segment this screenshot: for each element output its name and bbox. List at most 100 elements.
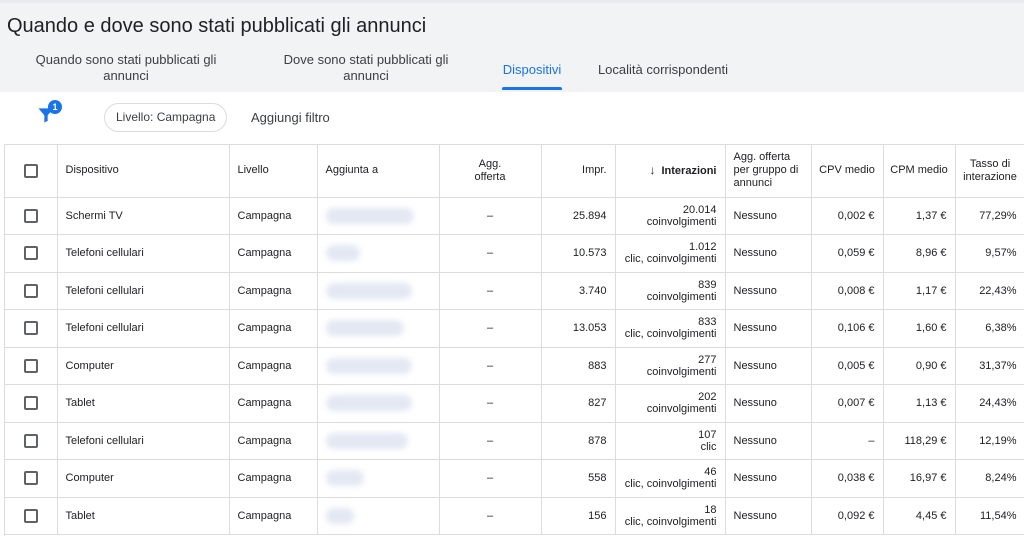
cell-cpm: 1,17 € bbox=[883, 272, 956, 310]
row-select-cell bbox=[5, 384, 58, 423]
cell-interazioni: 839 coinvolgimenti bbox=[615, 272, 726, 310]
cell-dispositivo: Telefoni cellulari bbox=[57, 422, 230, 460]
cell-impr: 156 bbox=[541, 497, 616, 535]
table-row[interactable]: Computer Campagna –558 46 clic, coinvolgimen… bbox=[5, 459, 1024, 498]
cell-interazioni: 277 coinvolgimenti bbox=[615, 347, 726, 385]
row-checkbox[interactable] bbox=[23, 396, 38, 411]
cell-impr: 13.053 bbox=[541, 309, 616, 348]
cell-aggiunta bbox=[317, 422, 440, 460]
filter-count-badge: 1 bbox=[48, 100, 62, 114]
cell-agg-gruppo: Nessuno bbox=[725, 197, 812, 235]
header-interazioni[interactable]: ↓ Interazioni bbox=[615, 145, 726, 198]
redacted-campaign-name bbox=[325, 320, 404, 337]
redacted-campaign-name bbox=[325, 357, 412, 374]
cell-tasso: 9,57% bbox=[955, 234, 1024, 273]
cell-livello: Campagna bbox=[229, 459, 318, 498]
row-checkbox[interactable] bbox=[23, 433, 38, 448]
table-row[interactable]: Telefoni cellulari Campagna –3.740 839 coinv… bbox=[5, 272, 1024, 310]
table-row[interactable]: Tablet Campagna –156 18 clic, coinvolgimenti… bbox=[5, 497, 1024, 535]
table-row[interactable]: Telefoni cellulari Campagna –878 107 clic Nes… bbox=[5, 422, 1024, 460]
redacted-campaign-name bbox=[325, 395, 412, 412]
cell-agg-offerta: – bbox=[439, 197, 542, 235]
table-row[interactable]: Tablet Campagna –827 202 coinvolgimenti Nessu… bbox=[5, 384, 1024, 423]
cell-agg-gruppo: Nessuno bbox=[725, 497, 812, 535]
cell-aggiunta bbox=[317, 497, 440, 535]
add-filter-button[interactable]: Aggiungi filtro bbox=[251, 110, 330, 125]
cell-cpv: 0,002 € bbox=[811, 197, 884, 235]
row-checkbox[interactable] bbox=[23, 246, 38, 261]
header-dispositivo[interactable]: Dispositivo bbox=[57, 145, 230, 198]
cell-agg-offerta: – bbox=[439, 347, 542, 385]
filter-bar: 1 Livello: Campagna Aggiungi filtro bbox=[0, 92, 1024, 144]
tab-where[interactable]: Dove sono stati pubblicati gli annunci bbox=[268, 52, 464, 92]
cell-agg-offerta: – bbox=[439, 422, 542, 460]
cell-interazioni: 46 clic, coinvolgimenti bbox=[615, 459, 726, 498]
cell-agg-gruppo: Nessuno bbox=[725, 309, 812, 348]
table-row[interactable]: Computer Campagna –883 277 coinvolgimenti Nes… bbox=[5, 347, 1024, 385]
cell-aggiunta bbox=[317, 234, 440, 273]
row-checkbox[interactable] bbox=[23, 321, 38, 336]
cell-cpm: 16,97 € bbox=[883, 459, 956, 498]
cell-tasso: 6,38% bbox=[955, 309, 1024, 348]
select-all-checkbox[interactable] bbox=[23, 163, 38, 178]
cell-aggiunta bbox=[317, 384, 440, 423]
cell-tasso: 31,37% bbox=[955, 347, 1024, 385]
redacted-campaign-name bbox=[325, 282, 412, 299]
header-agg-gruppo[interactable]: Agg. offerta per gruppo di annunci bbox=[725, 145, 812, 198]
cell-cpm: 1,37 € bbox=[883, 197, 956, 235]
header-tasso[interactable]: Tasso di interazione bbox=[955, 145, 1024, 198]
cell-dispositivo: Tablet bbox=[57, 384, 230, 423]
cell-interazioni: 18 clic, coinvolgimenti bbox=[615, 497, 726, 535]
cell-tasso: 12,19% bbox=[955, 422, 1024, 460]
cell-impr: 25.894 bbox=[541, 197, 616, 235]
header-cpm[interactable]: CPM medio bbox=[883, 145, 956, 198]
row-checkbox[interactable] bbox=[23, 508, 38, 523]
tab-when[interactable]: Quando sono stati pubblicati gli annunci bbox=[22, 52, 230, 92]
cell-impr: 558 bbox=[541, 459, 616, 498]
redacted-campaign-name bbox=[325, 470, 364, 487]
cell-interazioni: 833 clic, coinvolgimenti bbox=[615, 309, 726, 348]
cell-dispositivo: Schermi TV bbox=[57, 197, 230, 235]
cell-livello: Campagna bbox=[229, 309, 318, 348]
cell-impr: 878 bbox=[541, 422, 616, 460]
cell-tasso: 77,29% bbox=[955, 197, 1024, 235]
header-impr[interactable]: Impr. bbox=[541, 145, 616, 198]
header-aggiunta[interactable]: Aggiunta a bbox=[317, 145, 440, 198]
cell-dispositivo: Tablet bbox=[57, 497, 230, 535]
cell-cpv: 0,092 € bbox=[811, 497, 884, 535]
table-header-row: Dispositivo Livello Aggiunta a Agg. offe… bbox=[5, 145, 1024, 198]
cell-dispositivo: Telefoni cellulari bbox=[57, 309, 230, 348]
row-checkbox[interactable] bbox=[23, 471, 38, 486]
row-select-cell bbox=[5, 272, 58, 310]
cell-impr: 3.740 bbox=[541, 272, 616, 310]
table-row[interactable]: Schermi TV Campagna –25.894 20.014 coinvolgi… bbox=[5, 197, 1024, 235]
row-select-cell bbox=[5, 309, 58, 348]
devices-table: Dispositivo Livello Aggiunta a Agg. offe… bbox=[4, 144, 1024, 536]
cell-cpv: 0,005 € bbox=[811, 347, 884, 385]
row-checkbox[interactable] bbox=[23, 283, 38, 298]
cell-interazioni: 202 coinvolgimenti bbox=[615, 384, 726, 423]
header-cpv[interactable]: CPV medio bbox=[811, 145, 884, 198]
arrow-down-icon: ↓ bbox=[649, 162, 656, 177]
cell-livello: Campagna bbox=[229, 347, 318, 385]
cell-cpm: 4,45 € bbox=[883, 497, 956, 535]
cell-agg-offerta: – bbox=[439, 309, 542, 348]
level-filter-chip[interactable]: Livello: Campagna bbox=[104, 103, 228, 132]
redacted-campaign-name bbox=[325, 507, 354, 524]
row-select-cell bbox=[5, 459, 58, 498]
cell-interazioni: 20.014 coinvolgimenti bbox=[615, 197, 726, 235]
tab-locations[interactable]: Località corrispondenti bbox=[588, 52, 738, 92]
header-agg-offerta[interactable]: Agg. offerta bbox=[439, 145, 542, 198]
cell-cpv: – bbox=[811, 422, 884, 460]
header-livello[interactable]: Livello bbox=[229, 145, 318, 198]
row-checkbox[interactable] bbox=[23, 358, 38, 373]
cell-dispositivo: Telefoni cellulari bbox=[57, 234, 230, 273]
cell-cpv: 0,008 € bbox=[811, 272, 884, 310]
table-row[interactable]: Telefoni cellulari Campagna –13.053 833 clic… bbox=[5, 309, 1024, 348]
row-checkbox[interactable] bbox=[23, 208, 38, 223]
cell-interazioni: 1.012 clic, coinvolgimenti bbox=[615, 234, 726, 273]
row-select-cell bbox=[5, 197, 58, 235]
tab-devices[interactable]: Dispositivi bbox=[496, 52, 568, 92]
cell-agg-gruppo: Nessuno bbox=[725, 422, 812, 460]
table-row[interactable]: Telefoni cellulari Campagna –10.573 1.012 cl… bbox=[5, 234, 1024, 273]
